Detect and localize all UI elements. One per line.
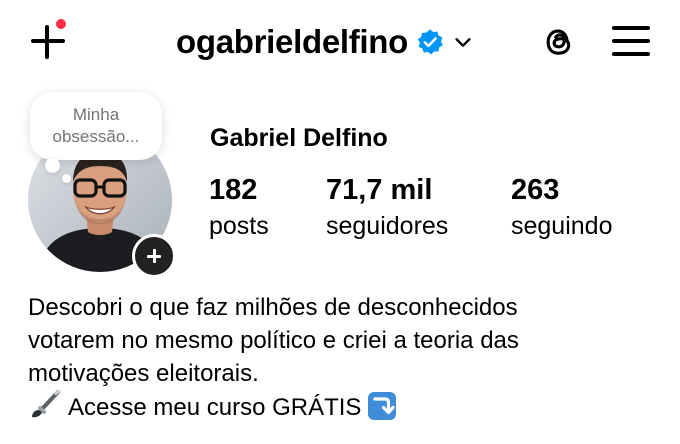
profile-bio: Descobri o que faz milhões de desconheci… bbox=[28, 291, 668, 424]
paintbrush-icon bbox=[32, 390, 61, 418]
notification-dot bbox=[54, 17, 68, 31]
bio-line: motivações eleitorais. bbox=[28, 360, 259, 387]
bio-line: votarem no mesmo político e criei a teor… bbox=[28, 327, 519, 354]
following-count: 263 bbox=[511, 174, 560, 206]
username: ogabrieldelfino bbox=[176, 23, 409, 60]
stat-followers[interactable]: 71,7 mil seguidores bbox=[326, 172, 448, 242]
threads-icon[interactable] bbox=[540, 22, 578, 62]
bio-cta-text: Acesse meu curso GRÁTIS bbox=[68, 394, 362, 421]
note-bubble-tail bbox=[45, 158, 60, 173]
bio-line: Descobri o que faz milhões de desconheci… bbox=[28, 294, 518, 321]
posts-count: 182 bbox=[209, 174, 258, 206]
followers-label: seguidores bbox=[326, 212, 449, 240]
note-bubble-tail-small bbox=[62, 174, 71, 183]
note-text: Minha obsessão... bbox=[52, 105, 140, 146]
account-switcher[interactable]: ogabrieldelfino bbox=[176, 20, 474, 64]
stat-posts[interactable]: 182 posts bbox=[209, 172, 269, 242]
posts-label: posts bbox=[209, 212, 269, 240]
arrow-down-right-icon bbox=[368, 392, 397, 420]
bio-cta-line: Acesse meu curso GRÁTIS bbox=[28, 390, 668, 424]
profile-header: ogabrieldelfino bbox=[0, 0, 680, 84]
hamburger-menu-icon[interactable] bbox=[612, 24, 650, 58]
following-label: seguindo bbox=[511, 212, 613, 240]
profile-full-name: Gabriel Delfino bbox=[210, 124, 388, 152]
note-bubble[interactable]: Minha obsessão... bbox=[30, 92, 162, 160]
chevron-down-icon[interactable] bbox=[452, 31, 474, 53]
add-story-button[interactable] bbox=[132, 234, 176, 278]
stat-following[interactable]: 263 seguindo bbox=[511, 172, 612, 242]
followers-count: 71,7 mil bbox=[326, 174, 433, 206]
verified-badge-icon bbox=[417, 29, 443, 55]
